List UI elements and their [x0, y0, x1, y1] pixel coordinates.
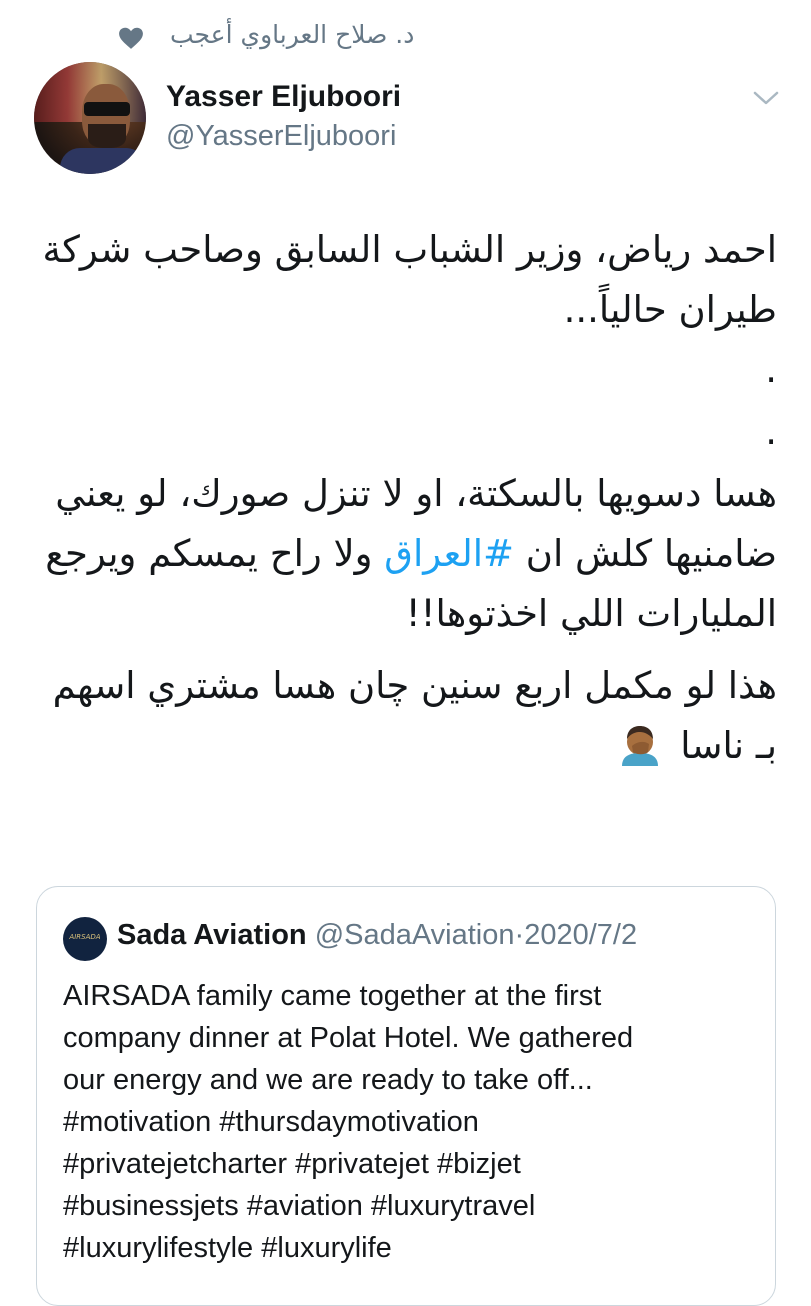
quoted-separator: · — [514, 919, 525, 951]
quoted-user-name[interactable]: Sada Aviation — [117, 919, 307, 951]
tweet-paragraph: احمد رياض، وزير الشباب السابق وصاحب شركة… — [42, 228, 777, 331]
quoted-tweet-header: Sada Aviation @SadaAviation·2020/7/2 — [117, 919, 637, 952]
quoted-date[interactable]: 2020/7/2 — [524, 919, 637, 951]
avatar[interactable] — [34, 62, 146, 174]
user-name[interactable]: Yasser Eljuboori — [166, 80, 401, 114]
tweet-paragraph: هسا دسويها بالسكتة، او لا تنزل صورك، لو … — [34, 464, 777, 644]
social-context[interactable]: د. صلاح العرباوي أعجب — [0, 18, 811, 58]
quoted-text-line: company dinner at Polat Hotel. We gather… — [63, 1022, 634, 1054]
quoted-user-handle[interactable]: @SadaAviation — [315, 919, 515, 951]
quoted-text-line: AIRSADA family came together at the firs… — [63, 980, 602, 1012]
chevron-down-icon[interactable] — [752, 88, 780, 108]
quoted-tweet-text: AIRSADA family came together at the firs… — [63, 975, 755, 1269]
hashtag-link[interactable]: #العراق — [384, 532, 514, 575]
facepalm-icon — [622, 725, 659, 766]
quoted-text-line: #privatejetcharter #privatejet #bizjet — [63, 1148, 521, 1180]
quoted-avatar[interactable]: AIRSADA — [63, 917, 107, 961]
tweet-text: احمد رياض، وزير الشباب السابق وصاحب شركة… — [34, 220, 777, 776]
social-context-text: د. صلاح العرباوي أعجب — [170, 20, 415, 49]
tweet-separator-dot: . — [765, 347, 777, 391]
quoted-tweet-card[interactable]: AIRSADA Sada Aviation @SadaAviation·2020… — [36, 886, 776, 1306]
quoted-text-line: #luxurylifestyle #luxurylife — [63, 1232, 392, 1264]
tweet-text-segment: هذا لو مكمل اربع سنين چان هسا مشتري اسهم… — [52, 663, 777, 767]
user-handle[interactable]: @YasserEljuboori — [166, 120, 396, 153]
tweet-separator-dot: . — [765, 409, 777, 453]
quoted-avatar-logo: AIRSADA — [69, 933, 101, 941]
quoted-text-line: #motivation #thursdaymotivation — [63, 1106, 479, 1138]
quoted-text-line: our energy and we are ready to take off.… — [63, 1064, 593, 1096]
heart-icon — [119, 27, 143, 49]
tweet-paragraph: هذا لو مكمل اربع سنين چان هسا مشتري اسهم… — [34, 656, 777, 776]
quoted-text-line: #businessjets #aviation #luxurytravel — [63, 1190, 536, 1222]
